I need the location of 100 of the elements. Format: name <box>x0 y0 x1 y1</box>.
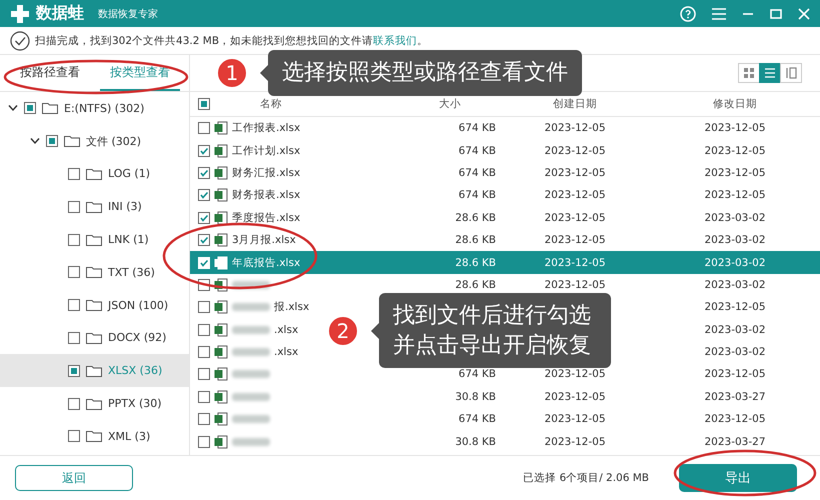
checkbox[interactable] <box>198 436 210 448</box>
spreadsheet-icon <box>214 412 228 426</box>
file-size: 674 KB <box>458 413 497 426</box>
created-date: 2023-12-05 <box>543 189 607 202</box>
app-name: 数据蛙 <box>36 3 84 24</box>
folder-label: 文件 (302) <box>86 134 142 149</box>
created-date: 2023-12-05 <box>543 234 607 246</box>
checkbox[interactable] <box>198 301 210 314</box>
column-header[interactable]: 名称 <box>260 97 282 111</box>
checkbox[interactable] <box>68 200 80 213</box>
folder-icon <box>86 266 102 278</box>
spreadsheet-icon <box>214 322 228 337</box>
modified-date: 2023-12-05 <box>703 144 767 157</box>
step-number-badge: 2 <box>327 314 359 347</box>
checkbox[interactable] <box>198 234 210 246</box>
folder-label: PPTX (30) <box>108 397 162 410</box>
checkbox[interactable] <box>68 266 80 278</box>
modified-date: 2023-03-02 <box>703 212 767 224</box>
checkbox[interactable] <box>198 413 210 426</box>
file-name: 年底报告.xlsx <box>232 256 300 270</box>
folder-icon <box>86 200 102 213</box>
created-date: 2023-12-05 <box>543 256 607 269</box>
checkbox[interactable] <box>198 144 210 157</box>
spreadsheet-icon <box>214 390 228 404</box>
folder-icon <box>86 398 102 410</box>
file-name: 财务报表.xlsx <box>232 188 300 202</box>
checkbox[interactable] <box>198 122 210 134</box>
split-view-icon <box>785 67 797 79</box>
checkbox[interactable] <box>68 430 80 442</box>
chevron-icon[interactable] <box>8 104 18 112</box>
checkbox[interactable] <box>198 368 210 380</box>
folder-icon <box>86 299 102 312</box>
column-header[interactable]: 修改日期 <box>650 97 820 111</box>
checkbox[interactable] <box>68 332 80 344</box>
spreadsheet-icon <box>214 256 228 270</box>
created-date: 2023-12-05 <box>543 278 607 291</box>
step-number-badge: 1 <box>216 56 248 89</box>
file-size: 674 KB <box>458 189 497 202</box>
contact-link[interactable]: 联系我们 <box>373 34 418 46</box>
list-view-icon <box>764 67 776 79</box>
view-mode-button[interactable] <box>759 63 781 83</box>
checkbox[interactable] <box>68 234 80 246</box>
menu-icon[interactable] <box>712 8 726 20</box>
app-subtitle: 数据恢复专家 <box>98 8 158 20</box>
folder-icon <box>86 430 102 442</box>
checkbox[interactable] <box>198 189 210 202</box>
modified-date: 2023-12-05 <box>703 301 767 314</box>
check-circle-icon <box>10 30 30 50</box>
created-date: 2023-12-05 <box>543 368 607 380</box>
file-name: 季度报告.xlsx <box>232 210 300 225</box>
modified-date: 2023-12-05 <box>703 166 767 179</box>
checkbox[interactable] <box>68 299 80 312</box>
file-size: 28.6 KB <box>454 234 497 246</box>
created-date: 2023-12-05 <box>543 413 607 426</box>
column-header[interactable]: 创建日期 <box>500 97 650 111</box>
chevron-icon[interactable] <box>30 137 40 146</box>
view-mode-button[interactable] <box>738 63 760 83</box>
created-date: 2023-12-05 <box>543 436 607 448</box>
maximize-icon[interactable] <box>770 8 782 20</box>
back-button[interactable]: 返回 <box>15 465 133 491</box>
modified-date: 2023-03-02 <box>703 234 767 246</box>
created-date: 2023-12-05 <box>543 166 607 179</box>
file-name: 工作计划.xlsx <box>232 144 300 158</box>
checkbox[interactable] <box>24 102 36 114</box>
checkbox[interactable] <box>46 135 58 148</box>
folder-icon <box>86 332 102 344</box>
close-icon[interactable] <box>798 8 810 20</box>
spreadsheet-icon <box>214 188 228 202</box>
tree-row-highlight[interactable]: XLSX (36) <box>0 354 189 388</box>
checkbox[interactable] <box>198 324 210 336</box>
checkbox[interactable] <box>198 166 210 179</box>
column-header[interactable]: 大小 <box>400 97 500 111</box>
folder-label: INI (3) <box>108 200 142 214</box>
file-name: 财务汇报.xlsx <box>232 166 300 180</box>
export-button[interactable]: 导出 <box>679 464 797 492</box>
file-size: 674 KB <box>458 144 497 157</box>
checkbox[interactable] <box>198 212 210 224</box>
folder-icon <box>86 234 102 246</box>
checkbox[interactable] <box>68 168 80 180</box>
view-mode-button[interactable] <box>780 63 802 83</box>
folder-icon <box>64 135 80 148</box>
file-name: .xlsx <box>274 324 298 336</box>
file-name: 3月月报.xlsx <box>232 233 296 248</box>
selected-row[interactable]: 年底报告.xlsx 28.6 KB 2023-12-05 2023-03-02 <box>190 251 820 274</box>
checkbox[interactable] <box>68 398 80 410</box>
folder-label: LOG (1) <box>108 167 150 180</box>
checkbox[interactable] <box>198 98 210 110</box>
checkbox[interactable] <box>198 346 210 358</box>
modified-date: 2023-03-02 <box>703 324 767 336</box>
modified-date: 2023-12-05 <box>703 122 767 134</box>
modified-date: 2023-03-27 <box>703 436 767 448</box>
spreadsheet-icon <box>214 345 228 360</box>
checkbox[interactable] <box>198 390 210 403</box>
folder-label: TXT (36) <box>108 266 155 279</box>
folder-label: JSON (100) <box>108 298 168 312</box>
checkbox[interactable] <box>68 364 80 377</box>
file-size: 674 KB <box>458 122 497 134</box>
help-icon[interactable] <box>680 6 696 22</box>
folder-icon <box>86 364 102 377</box>
grid-view-icon <box>743 67 755 79</box>
